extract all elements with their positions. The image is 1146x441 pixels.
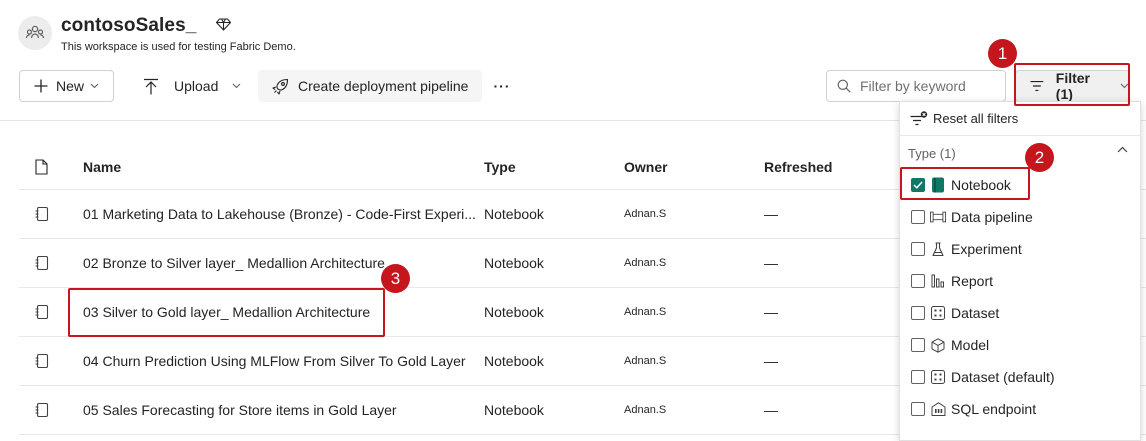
item-name-link[interactable]: 04 Churn Prediction Using MLFlow From Si… [83,337,478,385]
clear-filter-icon [910,110,928,125]
report-icon [930,273,946,289]
notebook-icon [930,177,946,193]
item-refreshed: — [764,206,778,222]
filter-dropdown-panel: Reset all filters Type (1) Notebook Data… [899,101,1141,441]
cube-icon [930,337,946,353]
callout-badge: 3 [381,264,410,293]
item-owner: Adnan.S [624,355,667,367]
notebook-icon [35,190,49,238]
item-name-link[interactable]: 01 Marketing Data to Lakehouse (Bronze) … [83,190,478,238]
filter-button[interactable]: Filter (1) [1015,70,1130,102]
filter-option-report[interactable]: Report [900,265,1140,297]
filter-option-data-pipeline[interactable]: Data pipeline [900,201,1140,233]
column-header-name[interactable]: Name [83,145,478,189]
rocket-icon [272,78,289,95]
chevron-down-icon [1120,83,1129,89]
new-button-label: New [56,78,85,94]
item-refreshed: — [764,255,778,271]
workspace-description: This workspace is used for testing Fabri… [61,41,296,53]
notebook-icon [35,337,49,385]
workspace-avatar [18,16,52,50]
column-header-owner[interactable]: Owner [624,145,668,189]
checkbox[interactable] [911,306,925,320]
filter-button-label: Filter (1) [1055,70,1091,102]
upload-button[interactable]: Upload [141,70,242,102]
filter-option-label: Model [951,337,990,353]
type-filter-group-header[interactable]: Type (1) [900,137,1140,169]
filter-option-label: Notebook [951,177,1011,193]
search-icon [837,79,851,93]
file-type-column-icon [35,145,48,189]
filter-by-keyword-search[interactable]: Filter by keyword [826,70,1006,102]
reset-all-filters-button[interactable]: Reset all filters [900,102,1140,136]
item-refreshed: — [764,402,778,418]
filter-icon [1030,80,1044,92]
filter-option-label: SQL endpoint [951,401,1037,417]
dataset-icon [930,369,946,385]
item-owner: Adnan.S [624,257,667,269]
item-type: Notebook [484,206,544,222]
column-header-refreshed[interactable]: Refreshed [764,145,832,189]
upload-icon [144,78,158,94]
item-owner: Adnan.S [624,404,667,416]
create-deployment-pipeline-button[interactable]: Create deployment pipeline [258,70,482,102]
filter-option-label: Experiment [951,241,1022,257]
dataset-icon [930,305,946,321]
callout-badge: 1 [988,39,1017,68]
filter-option-dataset[interactable]: Dataset [900,297,1140,329]
filter-option-label: Data pipeline [951,209,1033,225]
item-name-link[interactable]: 03 Silver to Gold layer_ Medallion Archi… [83,288,478,336]
chevron-down-icon [90,83,99,89]
checkbox-checked[interactable] [911,178,925,192]
chevron-down-icon [232,83,241,89]
item-owner: Adnan.S [624,306,667,318]
checkbox[interactable] [911,210,925,224]
toolbar: New Upload Create deployment pipeline ··… [19,70,1146,102]
notebook-icon [35,239,49,287]
checkbox[interactable] [911,274,925,288]
pipeline-icon [930,209,946,225]
new-button[interactable]: New [19,70,114,102]
item-owner: Adnan.S [624,208,667,220]
premium-diamond-icon [216,18,232,36]
item-name-link[interactable]: 05 Sales Forecasting for Store items in … [83,386,478,434]
filter-option-label: Dataset (default) [951,369,1055,385]
filter-option-dataset-default[interactable]: Dataset (default) [900,361,1140,393]
workspace-header: contosoSales_ This workspace is used for… [18,14,296,53]
column-header-type[interactable]: Type [484,145,516,189]
notebook-icon [35,386,49,434]
filter-option-notebook[interactable]: Notebook [900,169,1140,201]
callout-badge: 2 [1025,143,1054,172]
upload-button-label: Upload [174,78,219,94]
filter-option-label: Report [951,273,994,289]
filter-option-model[interactable]: Model [900,329,1140,361]
search-placeholder: Filter by keyword [860,78,966,94]
checkbox[interactable] [911,402,925,416]
item-type: Notebook [484,304,544,320]
checkbox[interactable] [911,338,925,352]
reset-all-filters-label: Reset all filters [933,111,1019,126]
checkbox[interactable] [911,370,925,384]
filter-option-experiment[interactable]: Experiment [900,233,1140,265]
plus-icon [34,79,48,93]
chevron-up-icon [1117,146,1128,153]
flask-icon [930,241,946,257]
filter-option-sql-endpoint[interactable]: SQL endpoint [900,393,1140,425]
item-refreshed: — [764,304,778,320]
more-options-button[interactable]: ··· [493,70,511,102]
item-type: Notebook [484,353,544,369]
filter-option-label: Dataset [951,305,1000,321]
item-type: Notebook [484,402,544,418]
item-name-link[interactable]: 02 Bronze to Silver layer_ Medallion Arc… [83,239,478,287]
item-refreshed: — [764,353,778,369]
checkbox[interactable] [911,242,925,256]
create-deployment-pipeline-label: Create deployment pipeline [298,78,469,94]
sql-endpoint-icon [930,401,946,417]
type-filter-group-label: Type (1) [908,145,956,161]
workspace-title: contosoSales_ [61,15,197,36]
item-type: Notebook [484,255,544,271]
notebook-icon [35,288,49,336]
people-icon [25,25,45,39]
